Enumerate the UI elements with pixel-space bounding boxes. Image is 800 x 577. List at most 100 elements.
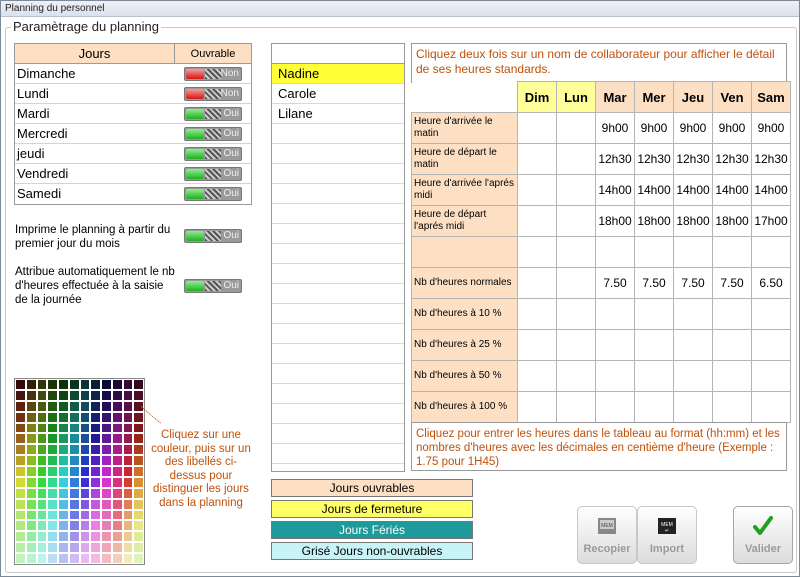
schedule-cell[interactable]: 14h00 (712, 174, 752, 206)
schedule-cell[interactable] (556, 329, 596, 361)
color-swatch[interactable] (111, 422, 123, 434)
color-swatch[interactable] (111, 379, 123, 390)
color-swatch[interactable] (36, 498, 48, 510)
color-swatch[interactable] (133, 455, 144, 467)
color-swatch[interactable] (68, 531, 80, 543)
schedule-cell[interactable] (673, 360, 713, 392)
collaborator-row[interactable] (272, 404, 404, 424)
color-swatch[interactable] (36, 389, 48, 401)
color-swatch[interactable] (68, 476, 80, 488)
color-swatch[interactable] (47, 531, 58, 543)
schedule-cell[interactable] (517, 391, 557, 423)
collaborator-row[interactable] (272, 284, 404, 304)
color-swatch[interactable] (79, 531, 91, 543)
schedule-cell[interactable] (712, 236, 752, 268)
color-swatch[interactable] (47, 466, 58, 477)
color-swatch[interactable] (101, 400, 112, 412)
color-swatch[interactable] (68, 509, 80, 521)
schedule-cell[interactable]: 9h00 (634, 112, 674, 144)
color-swatch[interactable] (47, 433, 58, 445)
color-swatch[interactable] (90, 509, 101, 521)
schedule-cell[interactable] (595, 329, 635, 361)
color-swatch[interactable] (133, 542, 144, 554)
schedule-cell[interactable] (517, 174, 557, 206)
color-swatch[interactable] (68, 411, 80, 423)
color-swatch[interactable] (36, 411, 48, 423)
color-swatch[interactable] (111, 444, 123, 456)
color-swatch[interactable] (90, 498, 101, 510)
color-swatch[interactable] (25, 444, 37, 456)
color-swatch[interactable] (68, 379, 80, 390)
legend-button[interactable]: Grisé Jours non-ouvrables (271, 542, 473, 560)
color-swatch[interactable] (15, 433, 26, 445)
color-swatch[interactable] (58, 520, 69, 532)
schedule-cell[interactable] (673, 236, 713, 268)
color-swatch[interactable] (79, 542, 91, 554)
color-swatch[interactable] (36, 476, 48, 488)
color-swatch[interactable] (58, 455, 69, 467)
collaborator-row[interactable] (272, 124, 404, 144)
collaborator-row[interactable] (272, 264, 404, 284)
color-swatch[interactable] (111, 476, 123, 488)
collaborator-row[interactable] (272, 364, 404, 384)
color-swatch[interactable] (25, 379, 37, 390)
collaborator-row[interactable]: Carole (272, 84, 404, 104)
schedule-cell[interactable] (712, 360, 752, 392)
schedule-cell[interactable] (751, 329, 791, 361)
color-swatch[interactable] (122, 498, 134, 510)
schedule-cell[interactable] (751, 236, 791, 268)
schedule-cell[interactable]: 9h00 (751, 112, 791, 144)
color-swatch[interactable] (15, 455, 26, 467)
color-swatch[interactable] (111, 411, 123, 423)
schedule-cell[interactable]: 18h00 (595, 205, 635, 237)
color-swatch[interactable] (111, 487, 123, 499)
color-swatch[interactable] (111, 389, 123, 401)
collaborator-row[interactable]: Lilane (272, 104, 404, 124)
option-print-toggle[interactable]: Oui (184, 229, 242, 243)
color-swatch[interactable] (25, 487, 37, 499)
color-swatch[interactable] (90, 553, 101, 564)
color-swatch[interactable] (101, 487, 112, 499)
schedule-cell[interactable]: 18h00 (673, 205, 713, 237)
schedule-cell[interactable] (634, 391, 674, 423)
color-swatch[interactable] (133, 466, 144, 477)
color-swatch[interactable] (58, 531, 69, 543)
color-swatch[interactable] (47, 476, 58, 488)
color-swatch[interactable] (25, 531, 37, 543)
collaborator-row[interactable] (272, 224, 404, 244)
color-swatch[interactable] (47, 422, 58, 434)
color-swatch[interactable] (25, 433, 37, 445)
color-swatch[interactable] (79, 455, 91, 467)
color-swatch[interactable] (47, 509, 58, 521)
color-swatch[interactable] (47, 389, 58, 401)
color-swatch[interactable] (101, 553, 112, 564)
color-swatch[interactable] (15, 389, 26, 401)
color-swatch[interactable] (122, 455, 134, 467)
color-swatch[interactable] (122, 433, 134, 445)
color-swatch[interactable] (101, 498, 112, 510)
color-swatch[interactable] (36, 433, 48, 445)
day-open-toggle[interactable]: Oui (184, 126, 242, 141)
color-swatch[interactable] (122, 520, 134, 532)
day-open-toggle[interactable]: Non (184, 86, 242, 101)
color-swatch[interactable] (90, 487, 101, 499)
color-swatch[interactable] (47, 400, 58, 412)
color-swatch[interactable] (68, 553, 80, 564)
schedule-cell[interactable]: 9h00 (595, 112, 635, 144)
collaborator-row[interactable] (272, 184, 404, 204)
schedule-cell[interactable] (673, 391, 713, 423)
schedule-cell[interactable] (556, 267, 596, 299)
color-swatch[interactable] (79, 422, 91, 434)
color-swatch[interactable] (79, 400, 91, 412)
color-swatch[interactable] (133, 444, 144, 456)
color-swatch[interactable] (111, 520, 123, 532)
color-swatch[interactable] (79, 498, 91, 510)
option-auto-hours-toggle[interactable]: Oui (184, 279, 242, 293)
color-swatch[interactable] (15, 498, 26, 510)
color-swatch[interactable] (58, 487, 69, 499)
color-swatch[interactable] (79, 509, 91, 521)
color-swatch[interactable] (101, 455, 112, 467)
color-swatch[interactable] (36, 422, 48, 434)
schedule-cell[interactable] (712, 329, 752, 361)
color-swatch[interactable] (101, 542, 112, 554)
